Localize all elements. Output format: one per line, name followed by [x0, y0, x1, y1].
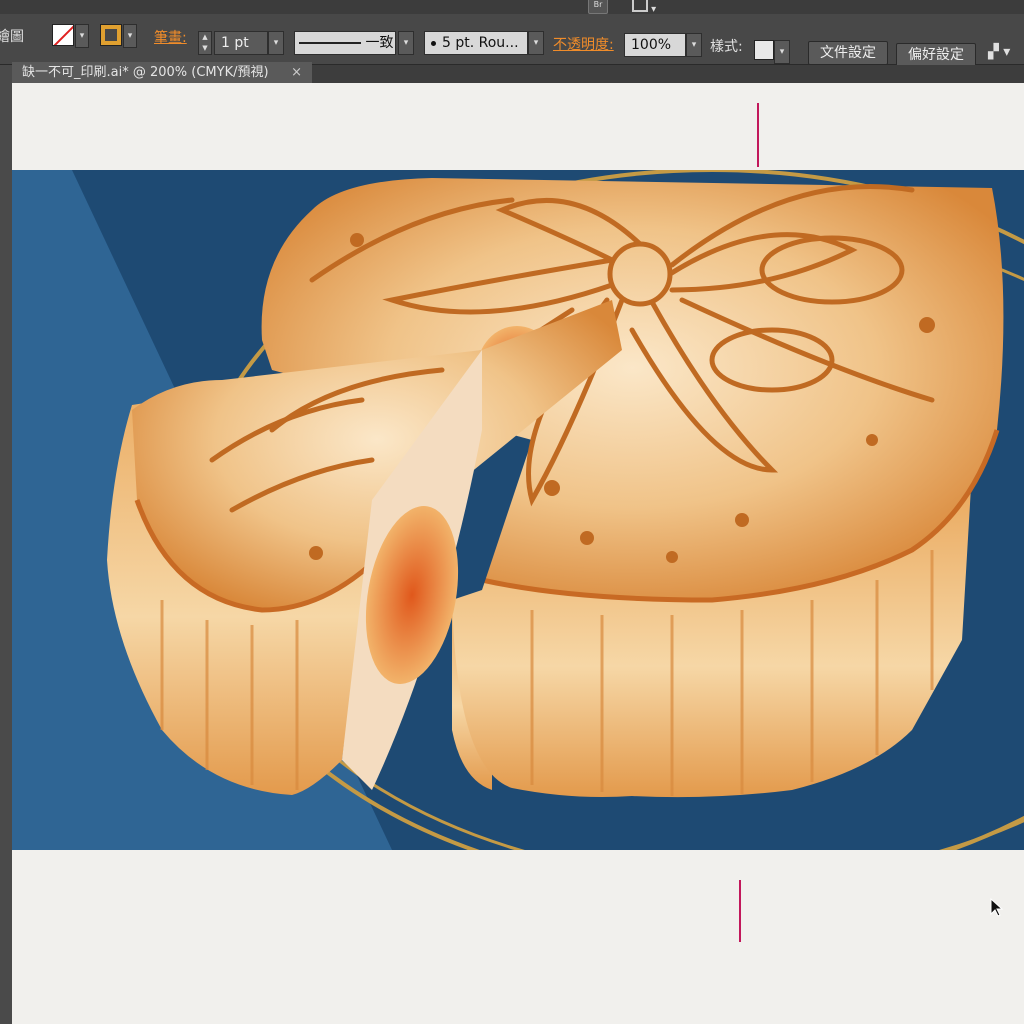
menu-bar: Br ▾ — [0, 0, 1024, 14]
variable-width-profile[interactable]: 一致 — [294, 31, 396, 55]
bridge-button[interactable]: Br — [588, 0, 608, 14]
document-tab[interactable]: 缺一不可_印刷.ai* @ 200% (CMYK/預視) × — [12, 62, 312, 84]
document-setup-button[interactable]: 文件設定 — [808, 41, 888, 65]
mouse-cursor-icon — [990, 898, 1004, 917]
style-dropdown[interactable]: ▾ — [774, 40, 790, 64]
control-bar: 繪圖 ▾ ▾ 筆畫: ▲ ▼ 1 pt ▾ 一致 ▾ 5 pt. Rou... ▾… — [0, 14, 1024, 67]
document-title: 缺一不可_印刷.ai* @ 200% (CMYK/預視) — [22, 65, 269, 80]
trim-mark-top — [757, 103, 759, 167]
brush-dot-icon — [431, 40, 436, 46]
brush-dropdown[interactable]: ▾ — [528, 31, 544, 55]
preferences-button[interactable]: 偏好設定 — [896, 43, 976, 67]
stroke-weight-dropdown[interactable]: ▾ — [268, 31, 284, 55]
stroke-swatch-icon[interactable] — [100, 24, 122, 46]
opacity-dropdown[interactable]: ▾ — [686, 33, 702, 57]
left-label: 繪圖 — [0, 29, 24, 45]
dock-icon[interactable]: ▞ ▾ — [988, 44, 1010, 60]
style-label: 樣式: — [710, 39, 743, 55]
stroke-dropdown[interactable]: ▾ — [123, 24, 137, 48]
arrange-documents-icon — [632, 0, 648, 12]
brush-label: 5 pt. Rou... — [442, 35, 519, 51]
artwork-mooncake[interactable] — [12, 170, 1024, 850]
profile-label: 一致 — [365, 35, 394, 51]
opacity-field[interactable]: 100% — [624, 33, 686, 57]
fill-none-icon[interactable] — [52, 24, 74, 46]
fill-dropdown[interactable]: ▾ — [75, 24, 89, 48]
graphic-style-swatch[interactable] — [754, 40, 774, 60]
stroke-label[interactable]: 筆畫: — [154, 27, 187, 47]
arrange-documents-button[interactable]: ▾ — [632, 0, 660, 14]
brush-definition[interactable]: 5 pt. Rou... — [424, 31, 528, 55]
opacity-label[interactable]: 不透明度: — [553, 34, 614, 54]
trim-mark-bottom — [739, 880, 741, 942]
stepper-icon[interactable]: ▲ ▼ — [198, 31, 212, 55]
profile-dropdown[interactable]: ▾ — [398, 31, 414, 55]
close-icon[interactable]: × — [291, 62, 302, 84]
stroke-weight-field[interactable]: 1 pt — [214, 31, 268, 55]
